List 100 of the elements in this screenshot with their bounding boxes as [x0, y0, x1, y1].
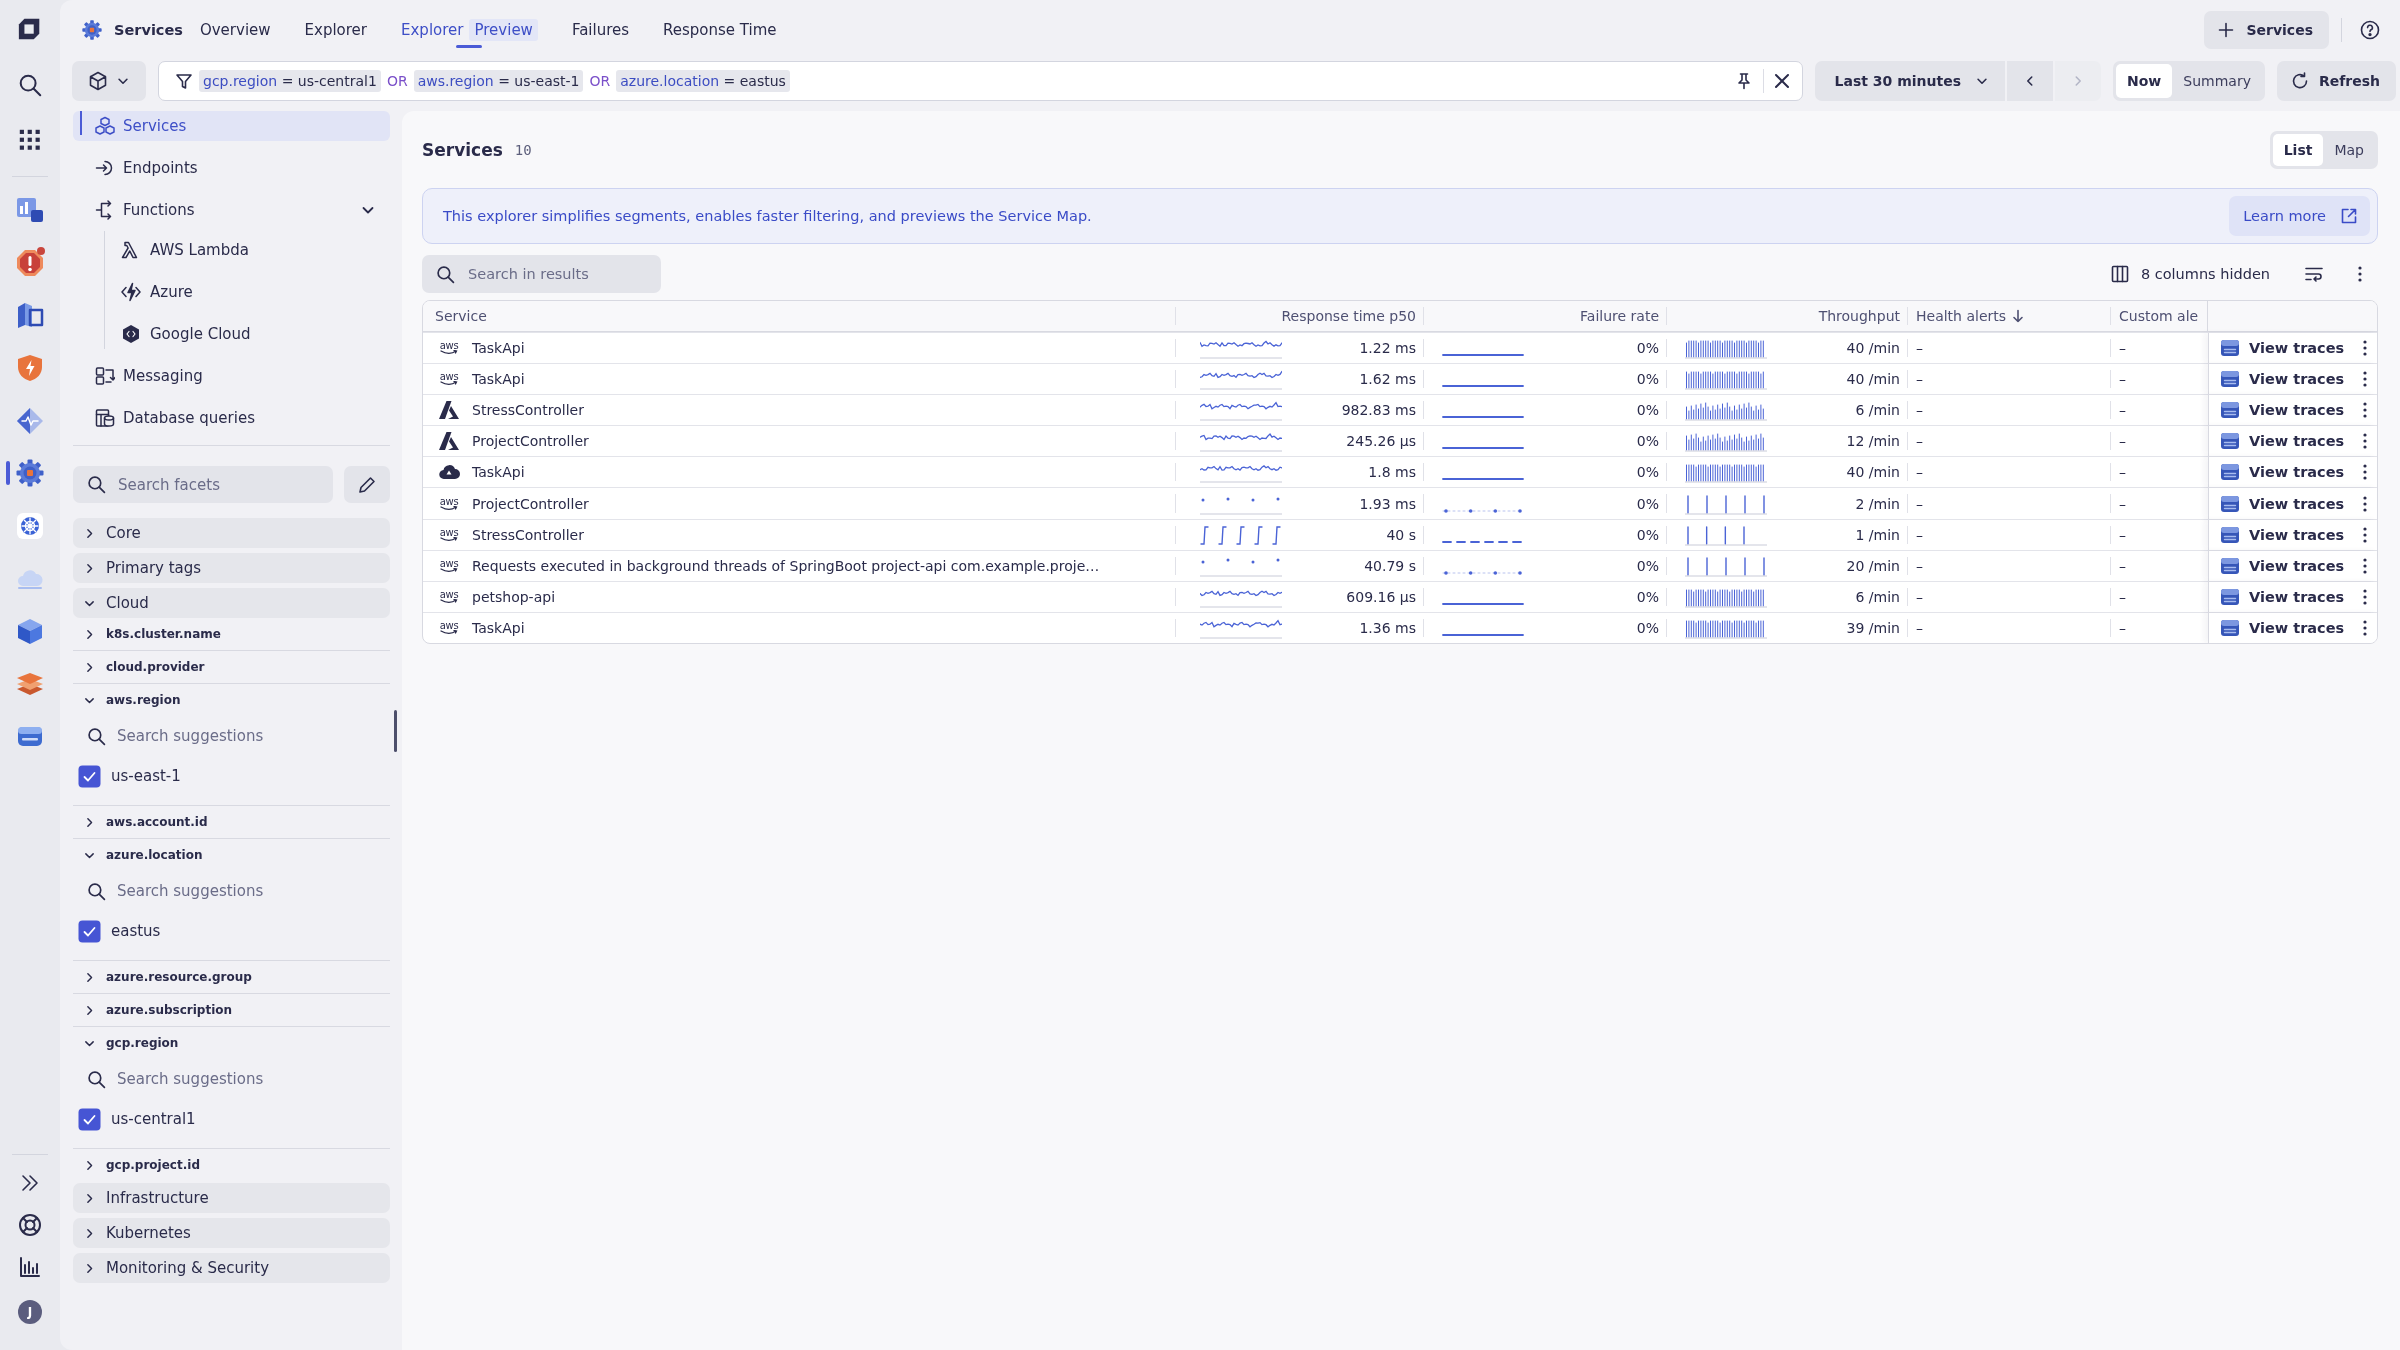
service-name[interactable]: Requests executed in background threads of SpringBoot project-api com.example.proje…: [472, 557, 1100, 574]
column-header[interactable]: Response time p50: [1176, 301, 1424, 331]
suggestion-search-field[interactable]: Search suggestions: [117, 1070, 337, 1088]
more-icon[interactable]: [2363, 618, 2367, 637]
view-traces-button[interactable]: View traces: [2219, 554, 2345, 577]
mode-option[interactable]: Summary: [2172, 64, 2262, 98]
timeframe-select[interactable]: Last 30 minutes: [1814, 61, 2005, 101]
more-icon[interactable]: [2363, 401, 2367, 420]
help-icon[interactable]: [2360, 20, 2380, 40]
view-traces-button[interactable]: View traces: [2219, 585, 2345, 608]
view-traces-button[interactable]: View traces: [2219, 616, 2345, 639]
double-chevron-icon[interactable]: [19, 1172, 41, 1194]
facet-group[interactable]: Infrastructure: [73, 1183, 390, 1213]
close-icon[interactable]: [1773, 73, 1790, 89]
nav-item[interactable]: Azure: [105, 277, 390, 307]
more-icon[interactable]: [2358, 265, 2362, 283]
checkbox[interactable]: [78, 919, 101, 943]
suggestion-search-field[interactable]: Search suggestions: [117, 882, 337, 900]
add-services-button[interactable]: Services: [2204, 11, 2329, 49]
facet-header[interactable]: k8s.cluster.name: [73, 618, 390, 650]
nav-item[interactable]: Database queries: [73, 403, 390, 433]
more-icon[interactable]: [2363, 370, 2367, 389]
tab[interactable]: Response Time: [646, 0, 794, 60]
column-header[interactable]: Throughput: [1667, 301, 1908, 331]
edit-button[interactable]: [344, 466, 390, 503]
refresh-button[interactable]: Refresh: [2276, 61, 2396, 101]
tab[interactable]: Explorer Preview: [384, 0, 555, 60]
more-icon[interactable]: [2363, 432, 2367, 451]
tab[interactable]: Explorer: [287, 0, 384, 60]
facet-group[interactable]: Core: [73, 518, 390, 548]
facet-group[interactable]: Kubernetes: [73, 1218, 390, 1248]
more-icon[interactable]: [2363, 339, 2367, 358]
facet-header[interactable]: cloud.provider: [73, 651, 390, 683]
more-icon[interactable]: [2363, 525, 2367, 544]
lifebuoy-icon[interactable]: [18, 1213, 42, 1237]
facet-header[interactable]: azure.subscription: [73, 994, 390, 1026]
stacked-panels-app-icon[interactable]: [16, 301, 44, 330]
facet-option[interactable]: us-east-1: [73, 756, 390, 798]
column-header[interactable]: Failure rate: [1424, 301, 1667, 331]
user-avatar[interactable]: J: [18, 1300, 42, 1324]
facet-header[interactable]: gcp.project.id: [73, 1149, 390, 1181]
filter-chip[interactable]: aws.region = us-east-1: [413, 70, 584, 92]
box-app-icon[interactable]: [16, 617, 44, 646]
service-name[interactable]: StressController: [472, 526, 584, 543]
filter-chip[interactable]: azure.location = eastus: [616, 70, 790, 92]
service-name[interactable]: petshop-api: [472, 588, 555, 605]
facet-option[interactable]: us-central1: [73, 1099, 390, 1141]
facet-group[interactable]: Primary tags: [73, 553, 390, 583]
service-name[interactable]: TaskApi: [472, 619, 525, 636]
filter-field[interactable]: gcp.region = us-central1 OR aws.region = us-east-1 OR azure.location = eastus: [158, 61, 1803, 101]
view-traces-button[interactable]: View traces: [2219, 492, 2345, 515]
view-traces-button[interactable]: View traces: [2219, 461, 2345, 484]
view-traces-button[interactable]: View traces: [2219, 523, 2345, 546]
facet-option[interactable]: eastus: [73, 911, 390, 953]
suggestion-search-field[interactable]: Search suggestions: [117, 727, 337, 745]
tab[interactable]: Failures: [554, 0, 647, 60]
nav-item[interactable]: Functions: [73, 195, 390, 225]
learn-more-button[interactable]: Learn more: [2229, 196, 2370, 236]
facet-header[interactable]: azure.resource.group: [73, 961, 390, 993]
nav-item[interactable]: Services: [73, 111, 390, 141]
view-option[interactable]: List: [2272, 134, 2324, 166]
bar-chart-icon[interactable]: [19, 1256, 41, 1278]
column-header[interactable]: Service: [423, 301, 1176, 331]
view-option[interactable]: Map: [2323, 134, 2375, 166]
checkbox[interactable]: [78, 1107, 101, 1131]
results-search-field[interactable]: Search in results: [422, 255, 661, 293]
view-traces-button[interactable]: View traces: [2219, 399, 2345, 422]
segment-selector[interactable]: [72, 61, 146, 101]
service-name[interactable]: TaskApi: [472, 371, 525, 388]
view-traces-button[interactable]: View traces: [2219, 430, 2345, 453]
column-header[interactable]: Custom ale: [2111, 301, 2208, 331]
service-name[interactable]: TaskApi: [472, 340, 525, 357]
scrollbar[interactable]: [394, 710, 397, 752]
service-name[interactable]: StressController: [472, 402, 584, 419]
nav-item[interactable]: AWS Lambda: [105, 235, 390, 265]
shield-app-icon[interactable]: [16, 354, 44, 383]
more-icon[interactable]: [2363, 587, 2367, 606]
chart-app-icon[interactable]: [16, 196, 44, 225]
diamond-pulse-app-icon[interactable]: [16, 406, 44, 435]
nav-item[interactable]: Google Cloud: [105, 319, 390, 349]
facet-group[interactable]: Cloud: [73, 588, 390, 618]
facet-search-field[interactable]: Search facets: [73, 466, 333, 503]
more-icon[interactable]: [2363, 494, 2367, 513]
facet-header[interactable]: azure.location: [73, 839, 390, 871]
service-name[interactable]: TaskApi: [472, 464, 525, 481]
filter-chip[interactable]: gcp.region = us-central1: [199, 70, 381, 92]
nav-item[interactable]: Messaging: [73, 361, 390, 391]
facet-header[interactable]: aws.account.id: [73, 806, 390, 838]
view-traces-button[interactable]: View traces: [2219, 368, 2345, 391]
nav-item[interactable]: Endpoints: [73, 153, 390, 183]
checkbox[interactable]: [78, 764, 101, 788]
facet-group[interactable]: Monitoring & Security: [73, 1253, 390, 1283]
more-icon[interactable]: [2363, 556, 2367, 575]
service-name[interactable]: ProjectController: [472, 433, 589, 450]
service-name[interactable]: ProjectController: [472, 495, 589, 512]
alert-app-icon[interactable]: [16, 248, 44, 277]
column-header[interactable]: Health alerts: [1908, 301, 2111, 331]
mode-option[interactable]: Now: [2116, 64, 2173, 98]
hidden-columns-button[interactable]: 8 columns hidden: [2110, 265, 2270, 283]
facet-header[interactable]: aws.region: [73, 684, 390, 716]
